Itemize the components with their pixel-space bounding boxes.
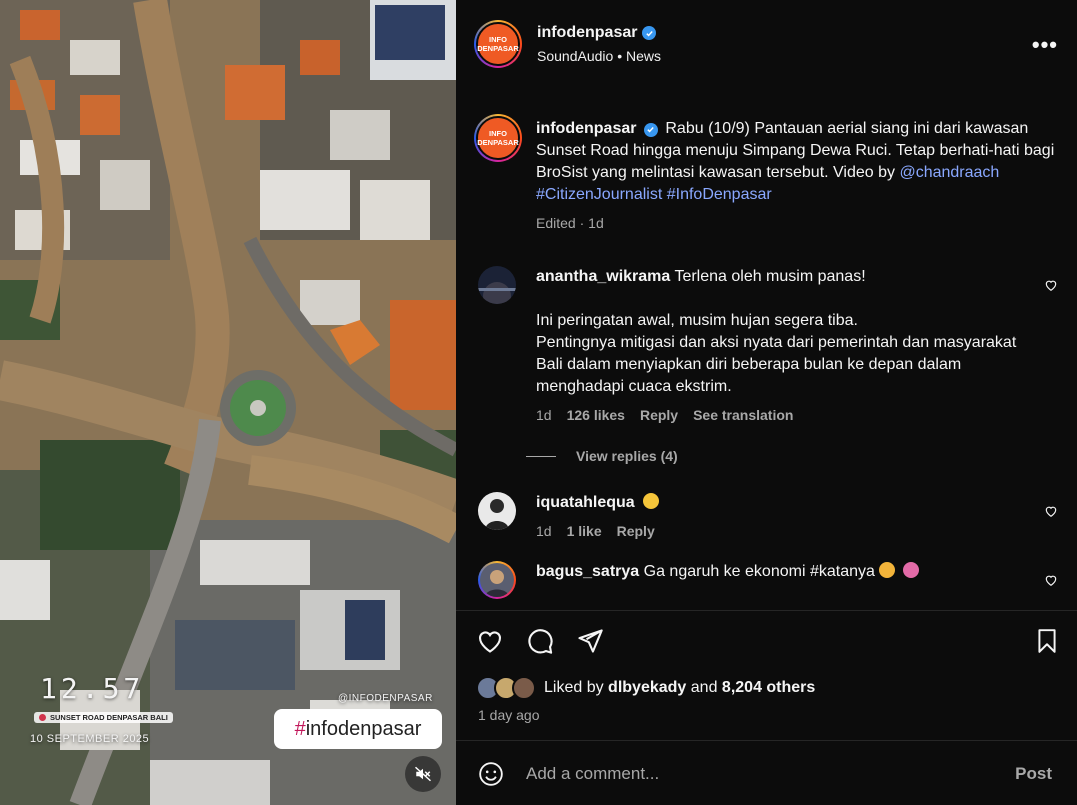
comments-list[interactable]: INFO DENPASAR infodenpasar Rabu (10/9) P… [474, 110, 1064, 610]
meta-separator: • [617, 48, 623, 64]
comment-time: 1d [536, 407, 552, 423]
section-divider [456, 740, 1077, 741]
comment-composer: Post [478, 758, 1068, 790]
comment-item: iquatahlequa 1d 1 like Reply [474, 492, 1064, 539]
post-details-panel: INFO DENPASAR infodenpasar SoundAudio • … [456, 0, 1077, 805]
heart-icon[interactable] [476, 627, 504, 655]
overlay-location-text: SUNSET ROAD DENPASAR BALI [50, 713, 168, 722]
comment-text: Terlena oleh musim panas! [674, 268, 866, 285]
comment-item: bagus_satrya Ga ngaruh ke ekonomi #katan… [474, 561, 1064, 599]
edited-label: Edited [536, 215, 576, 231]
category-label[interactable]: News [626, 48, 661, 64]
avatar-text-line2: DENPASAR [477, 44, 519, 53]
reply-button[interactable]: Reply [617, 523, 655, 539]
post-media-video[interactable]: 12.57 SUNSET ROAD DENPASAR BALI 10 SEPTE… [0, 0, 456, 805]
location-pin-icon [39, 714, 46, 721]
caption-username[interactable]: infodenpasar [536, 120, 636, 137]
view-replies-button[interactable]: View replies (4) [576, 448, 678, 464]
caption-avatar[interactable]: INFO DENPASAR [474, 114, 522, 162]
share-icon[interactable] [576, 627, 604, 655]
avatar-text-line1: INFO [489, 34, 507, 44]
likes-and: and [690, 679, 718, 696]
heart-icon[interactable] [1044, 573, 1058, 587]
reply-button[interactable]: Reply [640, 407, 678, 423]
comment-username[interactable]: bagus_satrya [536, 563, 639, 580]
heart-icon[interactable] [1044, 504, 1058, 518]
comment-likes[interactable]: 126 likes [567, 407, 625, 423]
commenter-avatar[interactable] [478, 492, 516, 530]
comment-username[interactable]: anantha_wikrama [536, 268, 670, 285]
overlay-hashtag-symbol: # [294, 717, 306, 740]
comment-hashtag[interactable]: #katanya [810, 563, 875, 580]
likes-prefix: Liked by [544, 679, 604, 696]
verified-badge-icon [642, 26, 657, 40]
caption-mention[interactable]: @chandraach [899, 164, 999, 181]
likes-summary: Liked by dlbyekady and 8,204 others [476, 676, 815, 700]
flushed-face-emoji [643, 493, 660, 509]
muted-speaker-icon [414, 766, 432, 782]
liker-username[interactable]: dlbyekady [608, 679, 686, 696]
commenter-avatar[interactable] [478, 561, 516, 599]
dot-separator: · [579, 215, 585, 231]
post-header: INFO DENPASAR infodenpasar SoundAudio • … [474, 18, 1064, 70]
post-comment-button[interactable]: Post [1015, 764, 1052, 784]
verified-badge-icon [643, 122, 658, 137]
overlay-hashtag: # infodenpasar [274, 709, 442, 749]
post-timestamp: 1 day ago [478, 707, 540, 723]
comment-username[interactable]: iquatahlequa [536, 494, 635, 511]
comment-input[interactable] [526, 764, 986, 784]
author-username[interactable]: infodenpasar [537, 24, 637, 42]
comment-text: Ga ngaruh ke ekonomi [643, 563, 806, 580]
grimacing-face-emoji [879, 562, 896, 578]
see-translation-button[interactable]: See translation [693, 407, 793, 423]
comment-time: 1d [536, 523, 552, 539]
likes-count[interactable]: 8,204 others [722, 679, 815, 696]
commenter-avatar[interactable] [478, 266, 516, 304]
audio-link[interactable]: SoundAudio [537, 48, 613, 64]
overlay-time: 12.57 [40, 672, 145, 705]
overlay-handle: @INFODENPASAR [338, 693, 433, 704]
more-options-icon[interactable]: ••• [1032, 32, 1058, 58]
post-action-bar [474, 625, 1064, 657]
heart-icon[interactable] [1044, 278, 1058, 292]
comment-text: Pentingnya mitigasi dan aksi nyata dari … [536, 334, 1017, 395]
bookmark-icon[interactable] [1034, 627, 1060, 655]
comment-icon[interactable] [526, 627, 554, 655]
mute-button[interactable] [405, 756, 441, 792]
liker-avatars[interactable] [476, 676, 536, 700]
caption-hashtag[interactable]: #CitizenJournalist [536, 186, 662, 203]
comment-text: Ini peringatan awal, musim hujan segera … [536, 312, 858, 329]
comment-likes[interactable]: 1 like [567, 523, 602, 539]
caption-avatar-text-line2: DENPASAR [477, 138, 519, 147]
overlay-location: SUNSET ROAD DENPASAR BALI [34, 712, 173, 723]
pink-creature-emoji [902, 562, 919, 578]
post-caption: INFO DENPASAR infodenpasar Rabu (10/9) P… [474, 110, 1064, 231]
author-avatar[interactable]: INFO DENPASAR [474, 20, 522, 68]
replies-divider [526, 455, 556, 457]
caption-avatar-text-line1: INFO [489, 128, 507, 138]
caption-time: 1d [588, 215, 604, 231]
section-divider [456, 610, 1077, 611]
caption-hashtag[interactable]: #InfoDenpasar [667, 186, 772, 203]
overlay-hashtag-text: infodenpasar [305, 717, 422, 740]
emoji-icon[interactable] [478, 761, 504, 787]
comment-item: anantha_wikrama Terlena oleh musim panas… [474, 266, 1064, 464]
overlay-date: 10 SEPTEMBER 2025 [30, 733, 150, 745]
